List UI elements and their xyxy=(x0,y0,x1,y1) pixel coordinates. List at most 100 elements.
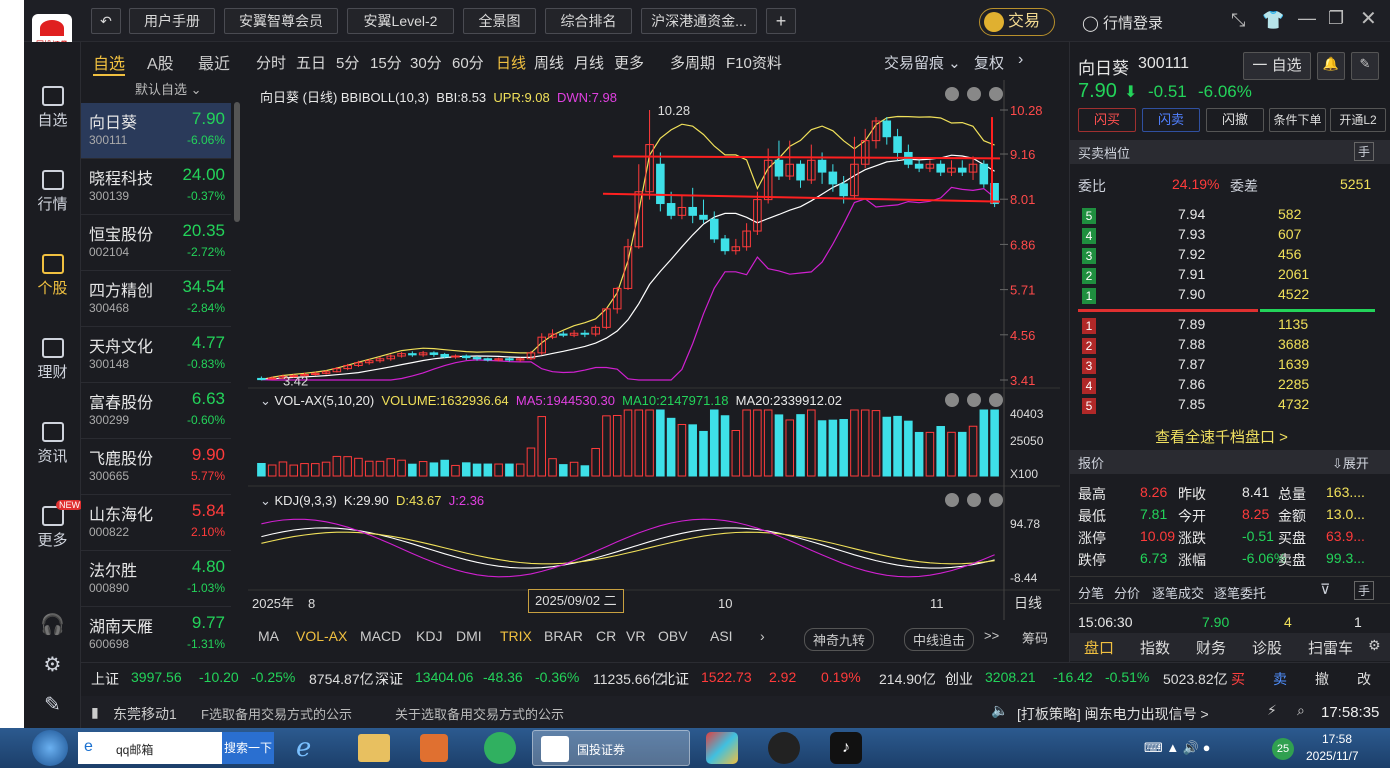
ie-icon[interactable]: ℯ xyxy=(296,732,328,764)
candle-body[interactable] xyxy=(979,163,989,185)
panel-tab[interactable]: 指数 xyxy=(1140,637,1170,658)
panel-settings-icon[interactable]: ⚙ xyxy=(1368,637,1381,654)
watchlist-row[interactable]: 天舟文化 300148 4.77 -0.83% xyxy=(81,327,231,383)
notice-1[interactable]: F选取备用交易方式的公示 xyxy=(201,704,352,723)
period-tab[interactable]: 周线 xyxy=(534,52,564,73)
pencil-icon[interactable]: ✎ xyxy=(1351,52,1379,80)
watchlist-row[interactable]: 飞鹿股份 300665 9.90 5.77% xyxy=(81,439,231,495)
deep-book-link[interactable]: 查看全速千档盘口 > xyxy=(1155,426,1288,447)
candle-body[interactable] xyxy=(893,136,902,153)
candle-body[interactable] xyxy=(796,163,805,181)
candle-body[interactable] xyxy=(505,358,514,361)
ai-icon[interactable] xyxy=(484,732,516,764)
watchlist-scrollbar[interactable] xyxy=(234,102,240,222)
vol-close-icon[interactable] xyxy=(989,393,1003,407)
indicator-tab[interactable]: OBV xyxy=(658,628,688,644)
rail-market[interactable]: 行情 xyxy=(24,170,81,214)
indicator-tab[interactable]: ASI xyxy=(710,628,733,644)
tab-tick[interactable]: 分笔 xyxy=(1078,583,1104,602)
period-tab[interactable]: 15分 xyxy=(370,52,402,73)
indicator-right-tab[interactable]: 筹码 xyxy=(1022,628,1048,647)
indicator-tab[interactable]: CR xyxy=(596,628,616,644)
candle-body[interactable] xyxy=(483,358,493,361)
panel-tab[interactable]: 扫雷车 xyxy=(1308,637,1353,658)
indicator-tab[interactable]: BRAR xyxy=(544,628,583,644)
watchlist-row[interactable]: 恒宝股份 002104 20.35 -2.72% xyxy=(81,215,231,271)
speaker-icon[interactable]: 🔈 xyxy=(991,702,1008,719)
tab-order[interactable]: 逐笔委托 xyxy=(1214,583,1266,602)
restore-icon[interactable]: ❐ xyxy=(1328,8,1344,29)
period-tab[interactable]: 5分 xyxy=(336,52,359,73)
ticker-cy-0[interactable]: 创业 xyxy=(945,669,973,689)
candle-body[interactable] xyxy=(774,159,784,177)
collapse-icon[interactable] xyxy=(989,87,1003,101)
rail-more[interactable]: 更多 NEW xyxy=(24,500,83,550)
quick-trade-button[interactable]: 买 xyxy=(1231,669,1245,689)
explorer-icon[interactable] xyxy=(358,734,390,762)
edit-icon[interactable]: ✎ xyxy=(24,692,81,717)
rail-stock[interactable]: 个股 xyxy=(24,254,81,298)
watch-toggle-button[interactable]: 一 自选 xyxy=(1243,52,1311,80)
indicator-tab[interactable]: DMI xyxy=(456,628,482,644)
indicator-tab[interactable]: VOL-AX xyxy=(296,628,347,644)
indicator-tab[interactable]: MA xyxy=(258,628,279,644)
watchlist-row[interactable]: 富春股份 300299 6.63 -0.60% xyxy=(81,383,231,439)
kdj-close-icon[interactable] xyxy=(989,493,1003,507)
help-icon[interactable] xyxy=(945,87,959,101)
add-icon[interactable] xyxy=(967,87,981,101)
candle-body[interactable] xyxy=(709,218,719,240)
trade-button[interactable]: 交易 xyxy=(979,8,1055,36)
period-tab[interactable]: 60分 xyxy=(452,52,484,73)
start-button[interactable] xyxy=(32,730,68,766)
candle-body[interactable] xyxy=(817,159,827,173)
candle-body[interactable] xyxy=(957,167,967,173)
bid-row[interactable]: 4 7.86 2285 xyxy=(1078,376,1378,396)
tab-panorama[interactable]: 全景图 xyxy=(463,8,536,34)
candle-body[interactable] xyxy=(472,357,482,360)
expand-button[interactable]: ⇩展开 xyxy=(1332,453,1369,472)
candle-body[interactable] xyxy=(267,377,277,380)
tab-a-share[interactable]: A股 xyxy=(147,50,174,74)
tab-ranking[interactable]: 综合排名 xyxy=(545,8,632,34)
candle-body[interactable] xyxy=(699,214,708,220)
quick-trade-button[interactable]: 卖 xyxy=(1273,669,1287,689)
ask-row[interactable]: 1 7.90 4522 xyxy=(1078,286,1378,306)
default-group-select[interactable]: 默认自选 ⌄ xyxy=(135,79,202,98)
kdj-settings-icon[interactable] xyxy=(967,493,981,507)
ask-row[interactable]: 3 7.92 456 xyxy=(1078,246,1378,266)
period-tab[interactable]: 分时 xyxy=(256,52,286,73)
kline-svg[interactable]: 10.28 9.16 8.01 6.86 5.71 4.56 3.41 10.28 3.42 40… xyxy=(248,80,1060,654)
indicator-tab[interactable]: MACD xyxy=(360,628,401,644)
back-button[interactable]: ↶ xyxy=(91,8,121,34)
candle-body[interactable] xyxy=(429,352,439,355)
candle-body[interactable] xyxy=(882,120,892,138)
search-icon[interactable]: ⌕ xyxy=(1297,702,1305,719)
candle-body[interactable] xyxy=(257,377,266,381)
tiktok-icon[interactable]: ♪ xyxy=(830,732,862,764)
period-tab[interactable]: 月线 xyxy=(574,52,604,73)
kdj-help-icon[interactable] xyxy=(945,493,959,507)
adjust-button[interactable]: 复权 xyxy=(974,52,1004,73)
trace-select[interactable]: 交易留痕 ⌄ xyxy=(884,52,961,73)
media-icon[interactable] xyxy=(420,734,448,762)
search-box[interactable]: e qq邮箱 搜索一下 xyxy=(78,732,274,764)
tray-badge[interactable]: 25 xyxy=(1272,738,1294,760)
candle-body[interactable] xyxy=(914,163,924,169)
login-button[interactable]: ◯ 行情登录 xyxy=(1082,12,1163,33)
candle-body[interactable] xyxy=(720,238,730,252)
shrink-icon[interactable]: ⤡ xyxy=(1231,10,1245,31)
indicator-tab[interactable]: TRIX xyxy=(500,628,532,644)
candle-body[interactable] xyxy=(451,355,460,358)
indicator-right-tab[interactable]: 神奇九转 xyxy=(804,628,875,651)
candle-body[interactable] xyxy=(461,355,471,359)
period-tab[interactable]: 日线 xyxy=(496,52,526,73)
vol-help-icon[interactable] xyxy=(945,393,959,407)
watchlist-row[interactable]: 湖南天雁 600698 9.77 -1.31% xyxy=(81,607,231,663)
indicator-tab[interactable]: VR xyxy=(626,628,645,644)
flash-sell-button[interactable]: 闪卖 xyxy=(1142,108,1200,132)
strategy-alert[interactable]: [打板策略] 闽东电力出现信号 > xyxy=(1017,704,1209,724)
tab-level2[interactable]: 安翼Level-2 xyxy=(347,8,454,34)
quick-trade-button[interactable]: 撤 xyxy=(1315,669,1329,689)
candle-body[interactable] xyxy=(666,203,676,216)
tab-deal[interactable]: 逐笔成交 xyxy=(1152,583,1204,602)
